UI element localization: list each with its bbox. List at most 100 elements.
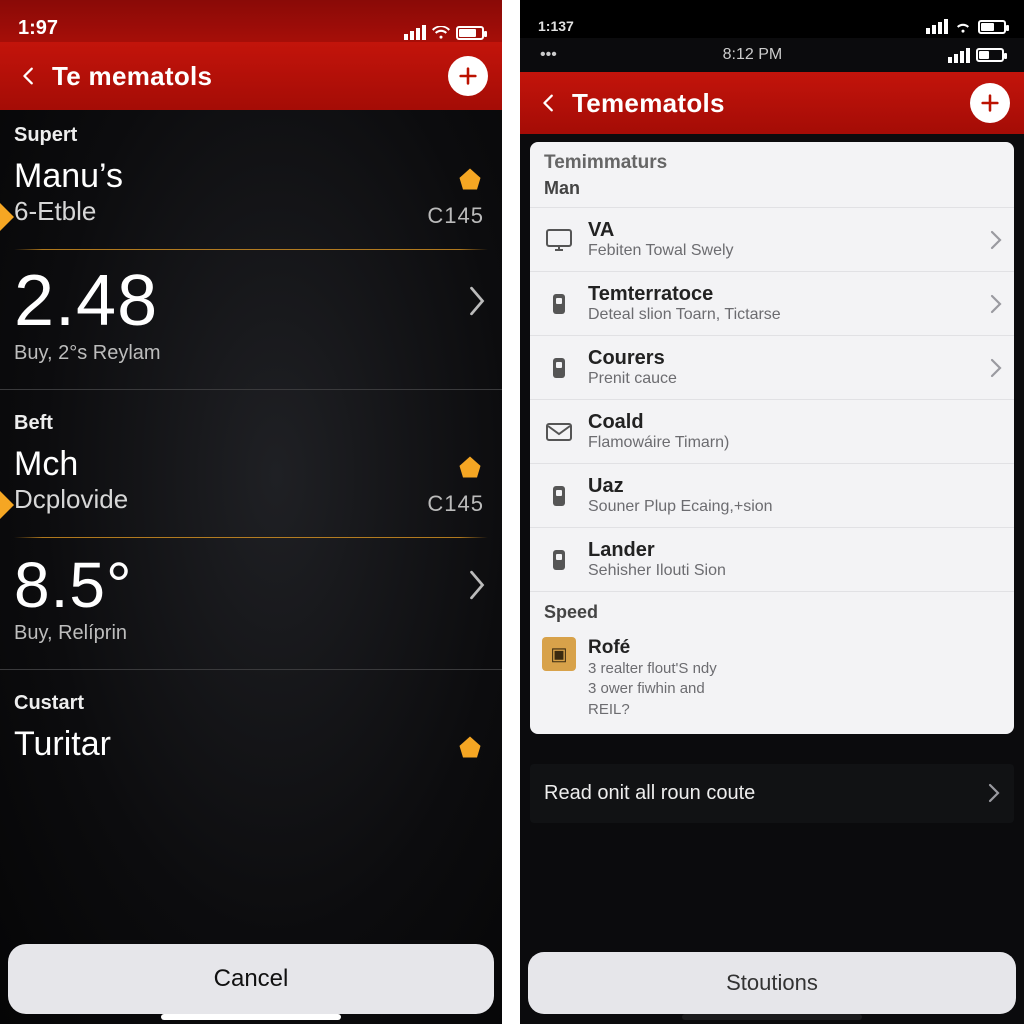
back-button[interactable] <box>14 61 44 91</box>
section-label: Supert <box>0 110 502 155</box>
divider <box>0 389 502 390</box>
list-panel: Temimmaturs Man VAFebiten Towal Swely Te… <box>530 142 1014 734</box>
bottom-button[interactable]: Stoutions <box>528 952 1016 1014</box>
briefcase-icon: ▣ <box>542 637 576 671</box>
read-all-row[interactable]: Read onit all roun coute <box>530 764 1014 823</box>
read-all-label: Read onit all roun coute <box>544 782 755 805</box>
status-time: 1:137 <box>538 18 574 34</box>
secondary-status: ••• 8:12 PM <box>520 38 1024 72</box>
item-sub: Souner Plup Ecaing,+sion <box>588 498 1002 516</box>
item-title: Lander <box>588 539 1002 562</box>
marker-icon <box>0 203 14 231</box>
chevron-right-icon <box>990 358 1002 378</box>
cellular-icon <box>948 48 970 63</box>
list-item[interactable]: TemterratoceDeteal slion Toarn, Tictarse <box>530 271 1014 335</box>
value-row-2[interactable]: 8.5° <box>0 548 502 622</box>
device-icon <box>542 351 576 385</box>
cancel-label: Cancel <box>214 965 289 993</box>
section-label: Custart <box>0 678 502 723</box>
status-bar: 1:137 <box>520 0 1024 38</box>
card-2[interactable]: Mch Dcplovide C145 <box>0 443 502 531</box>
marker-icon <box>0 491 14 519</box>
card-3[interactable]: Turitar <box>0 723 502 764</box>
list-item[interactable]: CourersPrenit cauce <box>530 335 1014 399</box>
content: ••• 8:12 PM Temematols Temimmaturs Man <box>520 38 1024 1024</box>
device-icon <box>542 287 576 321</box>
item-sub: Deteal slion Toarn, Tictarse <box>588 306 978 324</box>
chevron-right-icon <box>466 283 488 319</box>
item-title: Courers <box>588 347 978 370</box>
item-sub: Flamowáire Timarn) <box>588 434 1002 452</box>
card-1[interactable]: Manu’s 6-Etble C145 <box>0 155 502 243</box>
item-title: Temterratoce <box>588 283 978 306</box>
list-item[interactable]: VAFebiten Towal Swely <box>530 207 1014 271</box>
card-caption: Buy, 2°s Reylam <box>0 342 502 381</box>
device-icon <box>542 479 576 513</box>
add-button[interactable] <box>970 83 1010 123</box>
card-title: Mch <box>14 445 488 484</box>
item-sub: Prenit cauce <box>588 370 978 388</box>
battery-icon <box>978 20 1006 34</box>
item-title: VA <box>588 219 978 242</box>
app-bar: Te mematols <box>0 42 502 110</box>
list-item[interactable]: CoaldFlamowáire Timarn) <box>530 399 1014 463</box>
rofe-item[interactable]: ▣ Rofé 3 realter flout'S ndy 3 ower fiwh… <box>530 629 1014 734</box>
status-bar: 1:97 <box>0 0 502 42</box>
back-button[interactable] <box>534 88 564 118</box>
divider <box>0 669 502 670</box>
cancel-button[interactable]: Cancel <box>8 944 494 1014</box>
chevron-right-icon <box>988 783 1000 803</box>
home-indicator <box>682 1014 862 1020</box>
rofe-line3: REIL? <box>588 700 717 720</box>
card-caption: Buy, Relíprin <box>0 622 502 661</box>
list-item[interactable]: UazSouner Plup Ecaing,+sion <box>530 463 1014 527</box>
home-indicator <box>161 1014 341 1020</box>
item-title: Uaz <box>588 475 1002 498</box>
card-code: C145 <box>427 203 484 229</box>
content: Supert Manu’s 6-Etble C145 2.48 Buy, 2°s… <box>0 110 502 1024</box>
panel-section-speed: Speed <box>530 591 1014 629</box>
rofe-line2: 3 ower fiwhin and <box>588 679 717 699</box>
add-button[interactable] <box>448 56 488 96</box>
chevron-right-icon <box>990 294 1002 314</box>
list-item[interactable]: LanderSehisher Ilouti Sion <box>530 527 1014 591</box>
phone-right: 1:137 ••• 8:12 PM <box>520 0 1024 1024</box>
cellular-icon <box>404 25 426 40</box>
card-subtitle: 6-Etble <box>14 196 488 227</box>
rofe-line1: 3 realter flout'S ndy <box>588 659 717 679</box>
device-icon <box>542 543 576 577</box>
card-subtitle: Dcplovide <box>14 484 488 515</box>
battery-icon <box>456 26 484 40</box>
dots-icon: ••• <box>540 46 557 64</box>
mail-icon <box>542 415 576 449</box>
monitor-icon <box>542 223 576 257</box>
wifi-icon <box>954 20 972 34</box>
tag-icon <box>456 165 484 193</box>
status-right-2 <box>948 48 1004 63</box>
status-center-time: 8:12 PM <box>723 46 783 64</box>
divider <box>14 537 488 538</box>
panel-header: Temimmaturs <box>530 142 1014 176</box>
value-row-1[interactable]: 2.48 <box>0 260 502 342</box>
status-right <box>404 25 484 40</box>
tag-icon <box>456 733 484 761</box>
item-sub: Sehisher Ilouti Sion <box>588 562 1002 580</box>
rofe-title: Rofé <box>588 637 717 659</box>
page-title: Temematols <box>564 88 970 119</box>
card-title: Turitar <box>14 725 488 764</box>
chevron-right-icon <box>466 567 488 603</box>
battery-icon <box>976 48 1004 62</box>
tag-icon <box>456 453 484 481</box>
cellular-icon <box>926 19 948 34</box>
chevron-right-icon <box>990 230 1002 250</box>
item-title: Coald <box>588 411 1002 434</box>
bottom-label: Stoutions <box>726 970 818 996</box>
app-bar: Temematols <box>520 72 1024 134</box>
card-code: C145 <box>427 491 484 517</box>
card-value: 8.5° <box>14 548 466 622</box>
phone-left: 1:97 Te mematols Supert Manu’ <box>0 0 502 1024</box>
wifi-icon <box>432 26 450 40</box>
item-sub: Febiten Towal Swely <box>588 242 978 260</box>
card-title: Manu’s <box>14 157 488 196</box>
status-right <box>926 19 1006 34</box>
